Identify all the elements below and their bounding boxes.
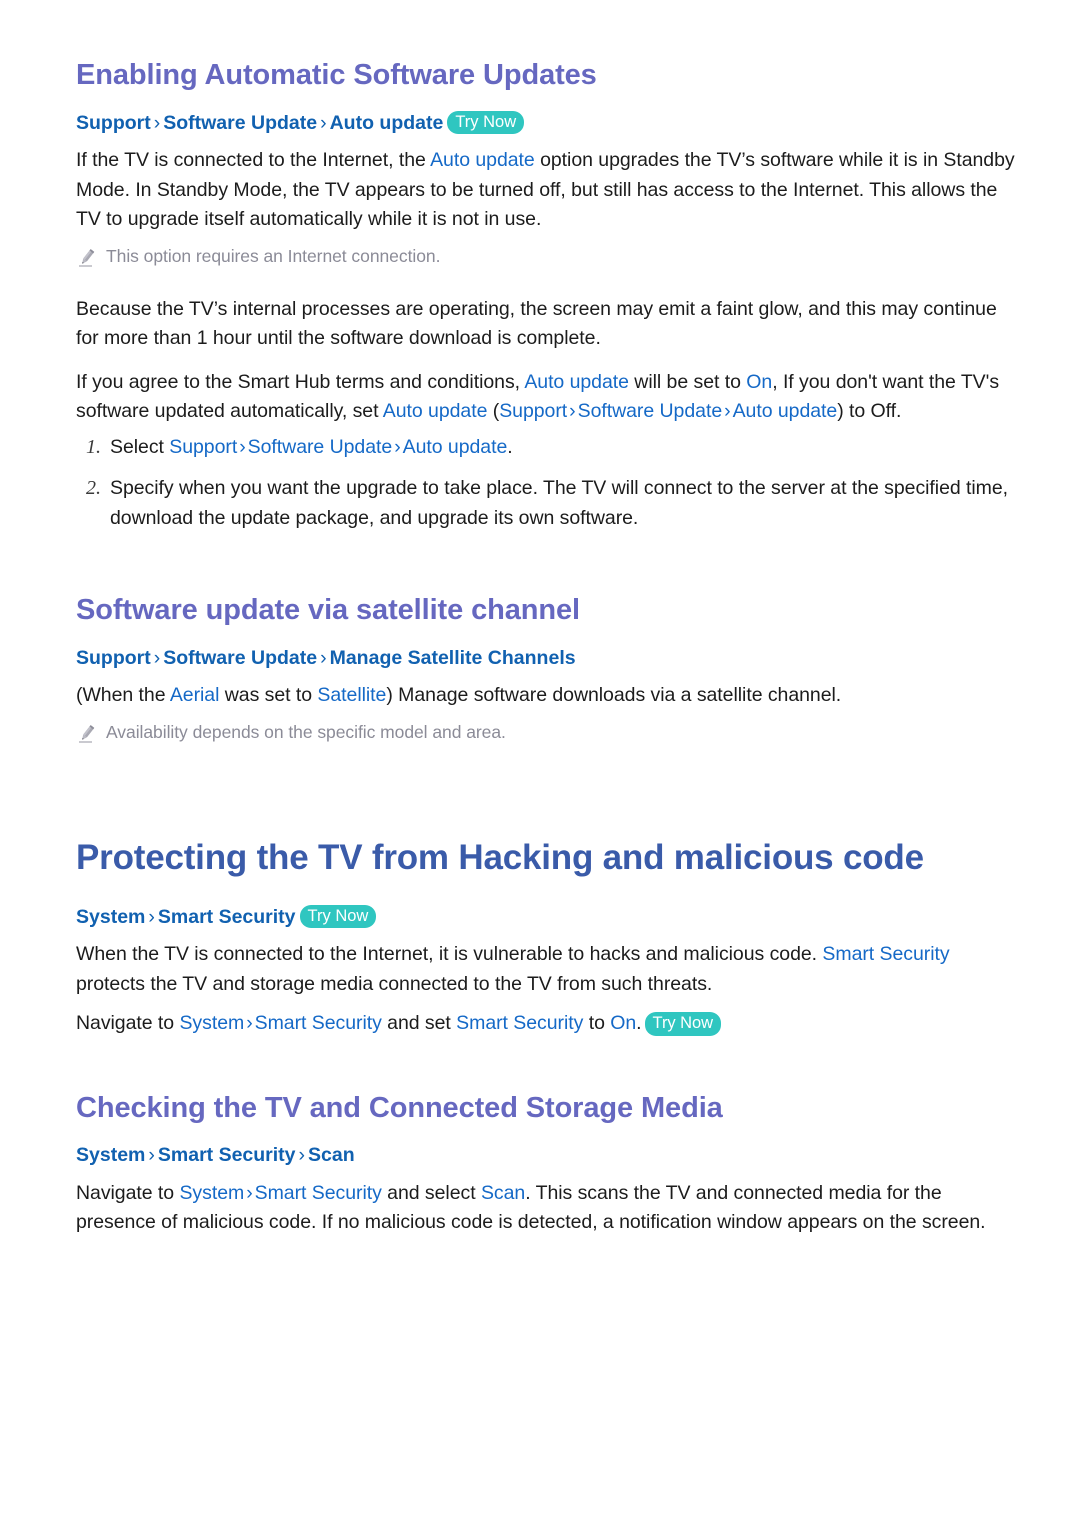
breadcrumb-item-support[interactable]: Support [76, 112, 151, 134]
link-system[interactable]: System [179, 1182, 244, 1204]
chapter-heading-protecting-the-tv-from-hacking-and-malicious-code: Protecting the TV from Hacking and malic… [76, 837, 924, 877]
text-fragment: (When the [76, 684, 170, 707]
chevron-right-icon: › [320, 646, 327, 669]
paragraph-auto-update-standby: If the TV is connected to the Internet, … [76, 146, 1018, 235]
note-text: Availability depends on the specific mod… [106, 721, 506, 742]
breadcrumb-support-software-update-manage-satellite-channels: Support › Software Update › Manage Satellite… [76, 646, 1018, 671]
steps-list: 1. Select Support › Software Update › Auto u… [76, 433, 1018, 534]
list-item: 1. Select Support › Software Update › Auto u… [76, 433, 1018, 463]
text-fragment: Select [110, 435, 170, 458]
section-heading-enabling-automatic-software-updates: Enabling Automatic Software Updates [76, 59, 597, 91]
text-fragment: Navigate to [76, 1181, 180, 1204]
link-auto-update[interactable]: Auto update [403, 436, 508, 458]
note-text: This option requires an Internet connect… [106, 245, 441, 266]
text-fragment: ) to Off. [837, 400, 902, 423]
text-fragment: . [507, 435, 513, 458]
text-fragment: to [583, 1012, 611, 1035]
text-fragment: If the TV is connected to the Internet, … [76, 149, 431, 172]
breadcrumb-item-manage-satellite-channels[interactable]: Manage Satellite Channels [330, 647, 576, 669]
breadcrumb-item-support[interactable]: Support [76, 647, 151, 669]
text-fragment: and set [381, 1012, 457, 1035]
breadcrumb-system-smart-security-scan: System › Smart Security › Scan [76, 1143, 1018, 1168]
try-now-badge[interactable]: Try Now [299, 904, 377, 929]
step-number: 1. [86, 435, 101, 458]
link-auto-update[interactable]: Auto update [733, 400, 838, 422]
step-number: 2. [86, 477, 101, 500]
breadcrumb-item-system[interactable]: System [76, 906, 145, 928]
try-now-badge[interactable]: Try Now [644, 1012, 722, 1036]
chevron-right-icon: › [148, 905, 155, 928]
text-fragment: protects the TV and storage media connec… [76, 972, 713, 995]
text-fragment: Navigate to [76, 1012, 180, 1035]
try-now-badge[interactable]: Try Now [447, 110, 525, 135]
pencil-icon [76, 243, 106, 273]
breadcrumb-item-software-update[interactable]: Software Update [163, 647, 317, 669]
paragraph-faint-glow: Because the TV’s internal processes are … [76, 297, 997, 350]
chevron-right-icon: › [153, 646, 161, 669]
document-page: Enabling Automatic Software Updates Supp… [0, 0, 1080, 1527]
link-on[interactable]: On [746, 371, 772, 393]
paragraph-navigate-smart-security-on: Navigate to System › Smart Security and se… [76, 1009, 1018, 1039]
breadcrumb-support-software-update-auto-update: Support › Software Update › Auto update Try N… [76, 110, 1018, 136]
chevron-right-icon: › [298, 1144, 306, 1167]
link-system[interactable]: System [179, 1012, 244, 1034]
chevron-right-icon: › [153, 111, 161, 134]
chevron-right-icon: › [148, 1144, 155, 1167]
link-support[interactable]: Support [169, 436, 237, 458]
breadcrumb-item-smart-security[interactable]: Smart Security [158, 906, 296, 928]
link-satellite[interactable]: Satellite [317, 684, 386, 706]
chevron-right-icon: › [246, 1012, 253, 1035]
text-fragment: was set to [219, 684, 318, 707]
section-heading-checking-the-tv-and-connected-storage-media: Checking the TV and Connected Storage Me… [76, 1091, 723, 1124]
link-support[interactable]: Support [499, 400, 567, 422]
link-auto-update[interactable]: Auto update [383, 400, 488, 422]
paragraph-smart-security-protection: When the TV is connected to the Internet… [76, 940, 1018, 999]
list-item: 2. Specify when you want the upgrade to … [76, 474, 1018, 533]
chevron-right-icon: › [569, 400, 576, 423]
link-scan[interactable]: Scan [481, 1182, 525, 1204]
chevron-right-icon: › [320, 111, 327, 134]
paragraph-smart-hub-terms: If you agree to the Smart Hub terms and … [76, 368, 1018, 427]
breadcrumb-item-smart-security[interactable]: Smart Security [158, 1144, 296, 1166]
link-auto-update[interactable]: Auto update [524, 371, 629, 393]
link-software-update[interactable]: Software Update [578, 400, 723, 422]
note-availability: Availability depends on the specific mod… [76, 719, 1018, 749]
text-fragment: When the TV is connected to the Internet… [76, 943, 823, 966]
link-on[interactable]: On [610, 1012, 636, 1034]
breadcrumb-item-scan[interactable]: Scan [308, 1144, 355, 1166]
step-text: Select Support › Software Update › Auto upda… [110, 433, 513, 463]
text-fragment: will be set to [628, 370, 747, 393]
text-fragment: ( [487, 400, 500, 423]
breadcrumb-item-auto-update[interactable]: Auto update [330, 112, 444, 134]
link-smart-security[interactable]: Smart Security [255, 1012, 382, 1034]
pencil-icon [76, 719, 106, 749]
paragraph-aerial-satellite: (When the Aerial was set to Satellite) M… [76, 681, 1018, 711]
step-text: Specify when you want the upgrade to tak… [110, 477, 1009, 529]
link-aerial[interactable]: Aerial [170, 684, 220, 706]
chevron-right-icon: › [246, 1181, 253, 1204]
link-smart-security[interactable]: Smart Security [822, 943, 949, 965]
text-fragment: . [636, 1012, 642, 1035]
chevron-right-icon: › [394, 435, 401, 458]
chevron-right-icon: › [724, 400, 731, 423]
text-fragment: If you agree to the Smart Hub terms and … [76, 370, 525, 393]
breadcrumb-system-smart-security: System › Smart Security Try Now [76, 904, 1018, 930]
paragraph-scan-storage-media: Navigate to System › Smart Security and se… [76, 1179, 1018, 1238]
text-fragment: ) Manage software downloads via a satell… [386, 684, 842, 707]
link-smart-security[interactable]: Smart Security [255, 1182, 382, 1204]
link-smart-security[interactable]: Smart Security [456, 1012, 583, 1034]
section-heading-software-update-via-satellite-channel: Software update via satellite channel [76, 594, 580, 627]
link-software-update[interactable]: Software Update [248, 436, 393, 458]
breadcrumb-item-system[interactable]: System [76, 1144, 145, 1166]
breadcrumb-item-software-update[interactable]: Software Update [163, 112, 317, 134]
text-fragment: and select [381, 1181, 481, 1204]
note-internet-connection: This option requires an Internet connect… [76, 243, 1018, 273]
link-auto-update[interactable]: Auto update [430, 149, 535, 171]
chevron-right-icon: › [239, 435, 246, 458]
top-spacer [76, 0, 1018, 58]
